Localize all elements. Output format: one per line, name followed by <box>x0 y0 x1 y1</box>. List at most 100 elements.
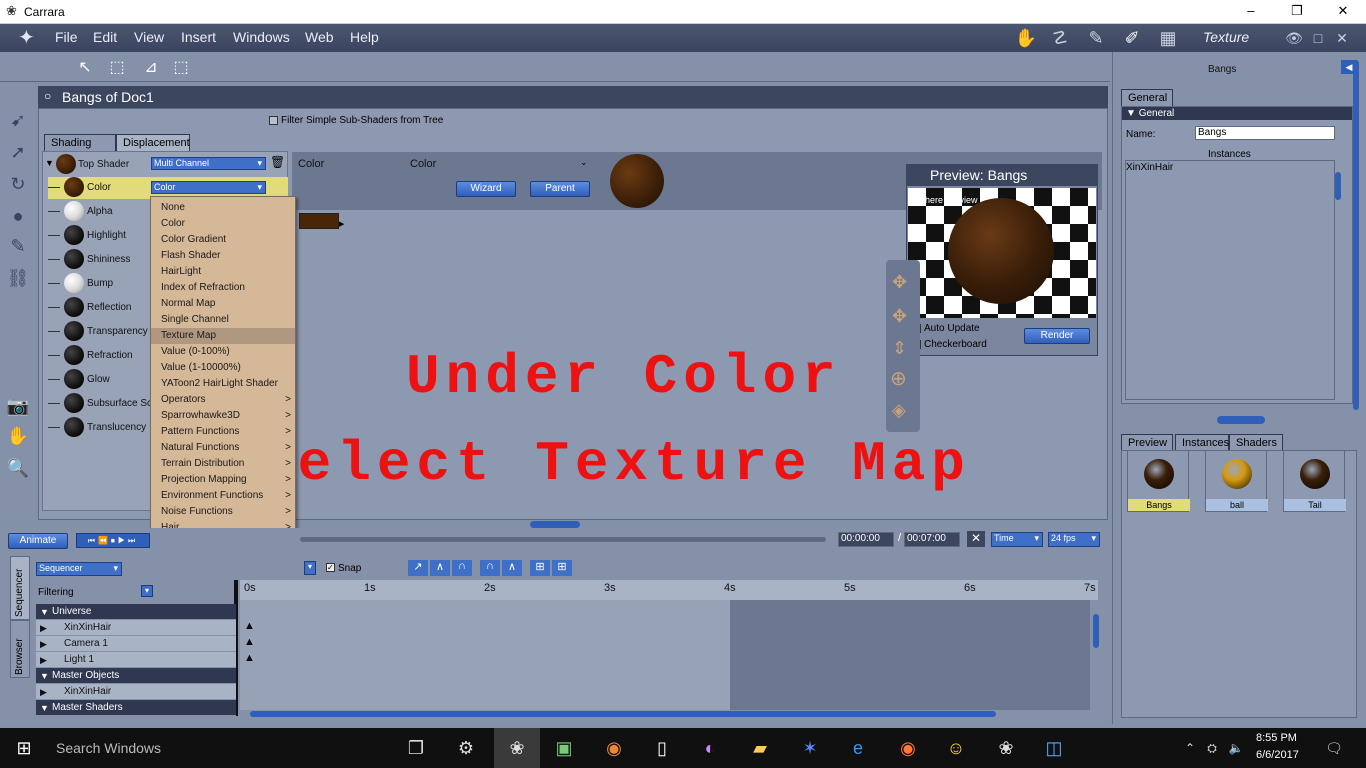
menu-item[interactable]: Value (1-10000%) <box>151 360 295 376</box>
collapse-triangle-icon[interactable]: ▶ <box>40 652 47 668</box>
side-tab-browser[interactable]: Browser <box>10 620 30 678</box>
fps-combo[interactable]: 24 fps ▾ <box>1048 532 1100 547</box>
shader-thumb[interactable]: Tail <box>1283 450 1346 512</box>
close-panel-icon[interactable]: ✕ <box>1328 26 1356 50</box>
menu-insert[interactable]: Insert <box>181 29 216 45</box>
volume-icon[interactable]: 🔈 <box>1224 736 1248 760</box>
timeline-row[interactable]: ▼ Master Objects <box>36 668 236 684</box>
zoom-tool-icon[interactable]: 🔍 <box>6 456 30 480</box>
peak-tween-icon[interactable]: ∧ <box>430 560 450 576</box>
move-tool-icon[interactable]: ➹ <box>6 108 30 132</box>
timeline-splitter[interactable] <box>530 521 580 528</box>
move-icon[interactable]: ✥ <box>892 306 907 327</box>
app-icon-1[interactable]: ⚙ <box>454 736 478 760</box>
wizard-button[interactable]: Wizard <box>456 181 516 197</box>
sphere-tool-icon[interactable]: ● <box>6 204 30 228</box>
tab-displacement[interactable]: Displacement <box>116 134 190 151</box>
tray-chevron-icon[interactable]: ⌃ <box>1178 736 1202 760</box>
instances-scrollbar[interactable] <box>1335 172 1341 200</box>
ease-out-icon[interactable]: ∧ <box>502 560 522 576</box>
app-icon-4[interactable]: ◉ <box>602 736 626 760</box>
linear-tween-icon[interactable]: ↗ <box>408 560 428 576</box>
menu-item[interactable]: Terrain Distribution > <box>151 456 295 472</box>
menu-item[interactable]: Color <box>151 216 295 232</box>
timeline-row[interactable]: ▶ Light 1 <box>36 652 236 668</box>
select-arrow-icon[interactable]: ↖ <box>74 57 96 79</box>
menu-item[interactable]: Natural Functions > <box>151 440 295 456</box>
timeline-row[interactable]: ▶ XinXinHair <box>36 620 236 636</box>
sequencer-combo[interactable]: Sequencer ▾ <box>36 562 122 576</box>
parent-button[interactable]: Parent <box>530 181 590 197</box>
menu-item[interactable]: Color Gradient <box>151 232 295 248</box>
shader-thumb[interactable]: ball <box>1205 450 1268 512</box>
clock-date[interactable]: 6/6/2017 <box>1256 749 1299 761</box>
app-icon-8[interactable]: ✶ <box>798 736 822 760</box>
storyboard-room-icon[interactable]: ✎ <box>1082 26 1110 50</box>
link-tool-icon[interactable]: ⛓ <box>6 266 30 290</box>
expand-triangle-icon[interactable]: ▼ <box>40 700 49 716</box>
model-room-icon[interactable]: ☡ <box>1046 26 1074 50</box>
app-icon-3[interactable]: ▣ <box>552 736 576 760</box>
menu-item[interactable]: Environment Functions > <box>151 488 295 504</box>
app-icon-6[interactable]: ◐ <box>698 736 722 760</box>
header-dropdown-icon[interactable]: ⌄ <box>580 157 588 168</box>
track-area-active[interactable] <box>240 600 730 710</box>
folder-icon[interactable]: ▰ <box>748 736 772 760</box>
snap-checkbox[interactable]: ✓ <box>326 563 335 572</box>
tween-dropdown-icon[interactable]: ▾ <box>304 561 316 575</box>
bounding-box-icon[interactable]: ⬚ <box>106 57 128 79</box>
cube-icon[interactable]: ◈ <box>892 400 906 421</box>
instances-list[interactable] <box>1125 160 1335 400</box>
timeline-row[interactable]: ▶ XinXinHair <box>36 684 236 700</box>
properties-scrollbar[interactable] <box>1353 60 1359 410</box>
ease-in-icon[interactable]: ∩ <box>480 560 500 576</box>
carrara-taskbar-icon[interactable]: ❀ <box>505 736 529 760</box>
animate-button[interactable]: Animate <box>8 533 68 549</box>
menu-item[interactable]: Pattern Functions > <box>151 424 295 440</box>
menu-edit[interactable]: Edit <box>93 29 117 45</box>
current-time-field[interactable]: 00:00:00 <box>838 532 894 547</box>
dolly-icon[interactable]: ⇕ <box>892 338 907 359</box>
timeline-row[interactable]: ▶ Camera 1 <box>36 636 236 652</box>
network-icon[interactable]: ⛭ <box>1200 736 1224 760</box>
eyedropper-tool-icon[interactable]: ✎ <box>6 234 30 258</box>
expand-triangle-icon[interactable]: ▼ <box>45 158 54 168</box>
menu-item[interactable]: Single Channel <box>151 312 295 328</box>
app-icon-11[interactable]: ☺ <box>944 736 968 760</box>
keyframe-marker[interactable]: ▲ <box>244 652 255 664</box>
menu-item[interactable]: None <box>151 200 295 216</box>
track-area-inactive[interactable] <box>730 600 1090 710</box>
splitter-handle[interactable] <box>1217 416 1265 424</box>
total-time-field[interactable]: 00:07:00 <box>904 532 960 547</box>
texture-room-icon[interactable]: ✐ <box>1118 26 1146 50</box>
expand-triangle-icon[interactable]: ▼ <box>40 604 49 620</box>
menu-item[interactable]: Value (0-100%) <box>151 344 295 360</box>
keyframe-marker[interactable]: ▲ <box>244 636 255 648</box>
color-channel-combo[interactable]: Color ▾ <box>151 181 266 194</box>
side-tab-sequencer[interactable]: Sequencer <box>10 556 30 620</box>
trackball-icon[interactable]: ⊕ <box>890 366 907 391</box>
menu-item[interactable]: Noise Functions > <box>151 504 295 520</box>
timeline-row[interactable]: ▼ Master Shaders <box>36 700 236 716</box>
menu-web[interactable]: Web <box>305 29 334 45</box>
instance-item[interactable]: XinXinHair <box>1126 162 1173 173</box>
curve-tween-icon[interactable]: ∩ <box>452 560 472 576</box>
top-shader-combo[interactable]: Multi Channel ▾ <box>151 157 266 170</box>
time-scrubber[interactable] <box>300 537 826 542</box>
menu-file[interactable]: File <box>55 29 78 45</box>
pan-icon[interactable]: ✥ <box>892 272 907 293</box>
name-field[interactable]: Bangs <box>1195 126 1335 140</box>
tab-preview[interactable]: Preview <box>1121 434 1173 451</box>
collapse-triangle-icon[interactable]: ▶ <box>40 684 47 700</box>
task-view-icon[interactable]: ❐ <box>404 736 428 760</box>
clock-time[interactable]: 8:55 PM <box>1256 732 1297 744</box>
general-section-header[interactable]: ▼ General <box>1122 107 1352 120</box>
keyframe-marker[interactable]: ▲ <box>244 620 255 632</box>
filter-checkbox[interactable] <box>269 116 278 125</box>
menu-item[interactable]: Projection Mapping > <box>151 472 295 488</box>
menu-view[interactable]: View <box>134 29 164 45</box>
menu-item[interactable]: Flash Shader <box>151 248 295 264</box>
panel-collapse-icon[interactable]: ○ <box>44 89 51 103</box>
render-button[interactable]: Render <box>1024 328 1090 344</box>
keyframe-icon[interactable]: ⊞ <box>530 560 550 576</box>
